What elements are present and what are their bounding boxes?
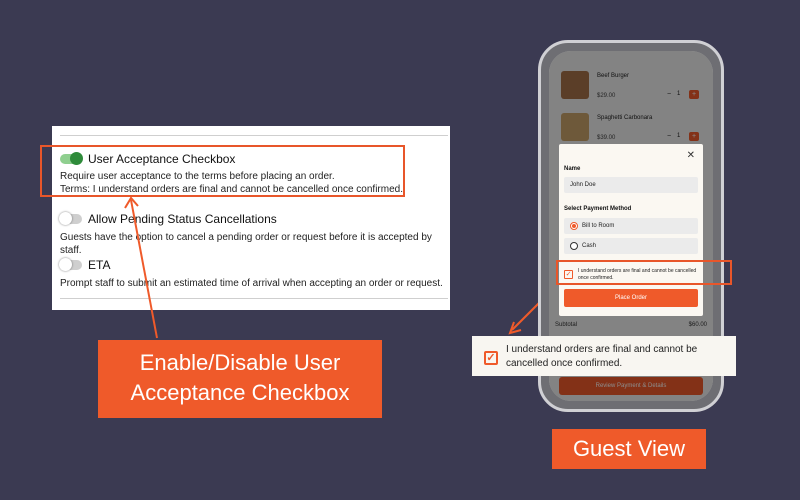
toggle-off-icon[interactable] (59, 212, 82, 225)
place-order-button[interactable]: Place Order (564, 289, 698, 307)
payment-option-bill-to-room[interactable]: Bill to Room (564, 218, 698, 234)
callout-guest-view: Guest View (552, 429, 706, 469)
payment-label: Select Payment Method (564, 206, 632, 212)
callout-line: Acceptance Checkbox (130, 380, 350, 405)
zoomed-terms-checkbox: ✓ I understand orders are final and cann… (472, 336, 736, 376)
callout-line: Enable/Disable User (139, 350, 341, 375)
checkout-modal: ✕ Name John Doe Select Payment Method Bi… (559, 144, 703, 316)
zoomed-terms-line: cancelled once confirmed. (506, 358, 623, 369)
payment-option-label: Cash (582, 243, 597, 249)
name-label: Name (564, 166, 581, 172)
payment-option-label: Bill to Room (582, 223, 615, 229)
checkbox-checked-icon[interactable]: ✓ (484, 351, 498, 365)
divider (60, 135, 448, 136)
payment-option-cash[interactable]: Cash (564, 238, 698, 254)
radio-selected-icon (570, 222, 578, 230)
radio-unselected-icon (570, 242, 578, 250)
setting-title: Allow Pending Status Cancellations (88, 212, 277, 226)
highlight-box (556, 260, 732, 285)
setting-eta: ETA Prompt staff to submit an estimated … (59, 258, 443, 290)
name-field[interactable]: John Doe (564, 177, 698, 193)
toggle-off-icon[interactable] (59, 258, 82, 271)
setting-description: Guests have the option to cancel a pendi… (60, 232, 432, 256)
setting-pending-cancellations: Allow Pending Status Cancellations Guest… (59, 212, 450, 257)
zoomed-terms-line: I understand orders are final and cannot… (506, 344, 698, 355)
close-icon[interactable]: ✕ (687, 150, 695, 161)
divider (60, 298, 448, 299)
setting-description: Prompt staff to submit an estimated time… (60, 278, 443, 289)
highlight-box (40, 145, 405, 197)
zoomed-terms-text: I understand orders are final and cannot… (506, 343, 726, 371)
callout-enable-disable: Enable/Disable User Acceptance Checkbox (98, 340, 382, 418)
setting-title: ETA (88, 258, 111, 272)
